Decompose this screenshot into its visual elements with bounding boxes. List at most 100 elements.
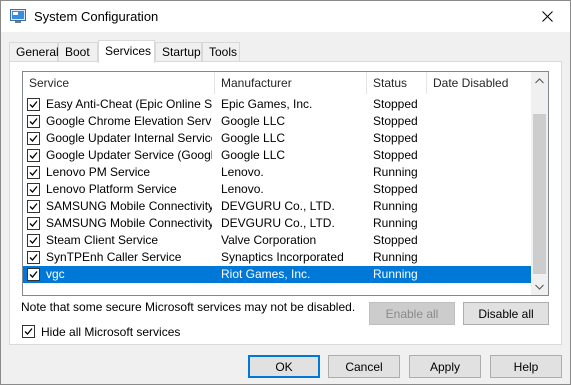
column-header-status[interactable]: Status — [367, 72, 427, 94]
service-manufacturer: Epic Games, Inc. — [221, 97, 313, 111]
service-manufacturer: DEVGURU Co., LTD. — [221, 216, 335, 230]
service-status: Stopped — [373, 182, 418, 196]
table-row[interactable]: SAMSUNG Mobile Connectivity S... DEVGURU… — [23, 215, 532, 232]
service-status: Running — [373, 250, 418, 264]
window-title: System Configuration — [34, 9, 159, 24]
service-status: Stopped — [373, 148, 418, 162]
services-panel: Service Manufacturer Status Date Disable… — [9, 61, 562, 345]
service-name: Lenovo PM Service — [46, 165, 151, 179]
tab-startup[interactable]: Startup — [155, 42, 202, 62]
service-manufacturer: Riot Games, Inc. — [221, 267, 311, 281]
service-checkbox[interactable] — [27, 132, 40, 145]
service-manufacturer: DEVGURU Co., LTD. — [221, 199, 335, 213]
table-row[interactable]: Lenovo Platform Service Lenovo. Stopped — [23, 181, 532, 198]
service-checkbox[interactable] — [27, 149, 40, 162]
scroll-thumb[interactable] — [533, 114, 546, 274]
checkmark-icon — [29, 271, 38, 278]
enable-all-button[interactable]: Enable all — [369, 302, 455, 325]
close-button[interactable] — [524, 1, 570, 32]
service-name: Google Chrome Elevation Servic... — [46, 114, 212, 128]
help-button[interactable]: Help — [490, 355, 562, 378]
chevron-down-icon — [535, 284, 544, 290]
checkmark-icon — [29, 118, 38, 125]
checkmark-icon — [29, 186, 38, 193]
service-status: Stopped — [373, 131, 418, 145]
chevron-up-icon — [535, 77, 544, 83]
checkmark-icon — [29, 237, 38, 244]
service-name: Easy Anti-Cheat (Epic Online Ser... — [46, 97, 212, 111]
service-checkbox[interactable] — [27, 183, 40, 196]
scroll-up-button[interactable] — [531, 72, 548, 89]
service-manufacturer: Google LLC — [221, 114, 286, 128]
service-checkbox[interactable] — [27, 200, 40, 213]
secure-services-note: Note that some secure Microsoft services… — [21, 300, 356, 314]
service-status: Running — [373, 165, 418, 179]
service-status: Running — [373, 199, 418, 213]
service-name: SAMSUNG Mobile Connectivity S... — [46, 216, 212, 230]
service-manufacturer: Google LLC — [221, 131, 286, 145]
table-row[interactable]: Google Updater Service (Google... Google… — [23, 147, 532, 164]
ok-button[interactable]: OK — [248, 355, 320, 378]
table-row[interactable]: SAMSUNG Mobile Connectivity S... DEVGURU… — [23, 198, 532, 215]
service-status: Stopped — [373, 114, 418, 128]
column-header-manufacturer[interactable]: Manufacturer — [215, 72, 367, 94]
checkmark-icon — [29, 135, 38, 142]
hide-microsoft-label: Hide all Microsoft services — [41, 325, 181, 339]
service-checkbox[interactable] — [27, 268, 40, 281]
service-manufacturer: Synaptics Incorporated — [221, 250, 344, 264]
hide-microsoft-checkbox[interactable] — [22, 325, 35, 338]
checkmark-icon — [29, 101, 38, 108]
close-icon — [541, 11, 553, 22]
service-status: Running — [373, 216, 418, 230]
checkmark-icon — [29, 169, 38, 176]
service-name: SynTPEnh Caller Service — [46, 250, 182, 264]
service-checkbox[interactable] — [27, 166, 40, 179]
service-checkbox[interactable] — [27, 217, 40, 230]
checkmark-icon — [29, 152, 38, 159]
tab-tools[interactable]: Tools — [202, 42, 240, 62]
column-header-service[interactable]: Service — [23, 72, 215, 94]
service-manufacturer: Lenovo. — [221, 182, 264, 196]
service-manufacturer: Valve Corporation — [221, 233, 317, 247]
tab-services[interactable]: Services — [98, 40, 155, 63]
table-row-selected[interactable]: vgc Riot Games, Inc. Running — [23, 266, 532, 283]
checkmark-icon — [29, 203, 38, 210]
service-name: vgc — [46, 267, 65, 281]
tab-boot[interactable]: Boot — [58, 42, 98, 62]
checkmark-icon — [29, 220, 38, 227]
apply-button[interactable]: Apply — [409, 355, 481, 378]
service-status: Stopped — [373, 233, 418, 247]
service-manufacturer: Lenovo. — [221, 165, 264, 179]
tab-general[interactable]: General — [9, 42, 59, 62]
column-header-date-disabled[interactable]: Date Disabled — [427, 72, 532, 94]
msconfig-app-icon — [10, 9, 26, 23]
service-name: Google Updater Service (Google... — [46, 148, 212, 162]
scroll-down-button[interactable] — [531, 278, 548, 295]
table-row[interactable]: SynTPEnh Caller Service Synaptics Incorp… — [23, 249, 532, 266]
service-checkbox[interactable] — [27, 98, 40, 111]
service-manufacturer: Google LLC — [221, 148, 286, 162]
list-header: Service Manufacturer Status Date Disable… — [23, 72, 532, 94]
service-name: Steam Client Service — [46, 233, 159, 247]
vertical-scrollbar[interactable] — [531, 72, 548, 295]
service-checkbox[interactable] — [27, 234, 40, 247]
title-bar: System Configuration — [1, 1, 570, 32]
services-list[interactable]: Service Manufacturer Status Date Disable… — [22, 71, 549, 296]
service-name: SAMSUNG Mobile Connectivity S... — [46, 199, 212, 213]
service-status: Running — [373, 267, 418, 281]
table-row[interactable]: Google Updater Internal Service... Googl… — [23, 130, 532, 147]
table-row[interactable]: Steam Client Service Valve Corporation S… — [23, 232, 532, 249]
service-name: Lenovo Platform Service — [46, 182, 177, 196]
disable-all-button[interactable]: Disable all — [463, 302, 549, 325]
checkmark-icon — [24, 328, 33, 335]
service-name: Google Updater Internal Service... — [46, 131, 212, 145]
table-row[interactable]: Google Chrome Elevation Servic... Google… — [23, 113, 532, 130]
checkmark-icon — [29, 254, 38, 261]
service-checkbox[interactable] — [27, 251, 40, 264]
table-row[interactable]: Lenovo PM Service Lenovo. Running — [23, 164, 532, 181]
service-status: Stopped — [373, 97, 418, 111]
table-row[interactable]: Easy Anti-Cheat (Epic Online Ser... Epic… — [23, 96, 532, 113]
system-configuration-window: System Configuration General Boot Servic… — [0, 0, 571, 385]
cancel-button[interactable]: Cancel — [328, 355, 400, 378]
service-checkbox[interactable] — [27, 115, 40, 128]
